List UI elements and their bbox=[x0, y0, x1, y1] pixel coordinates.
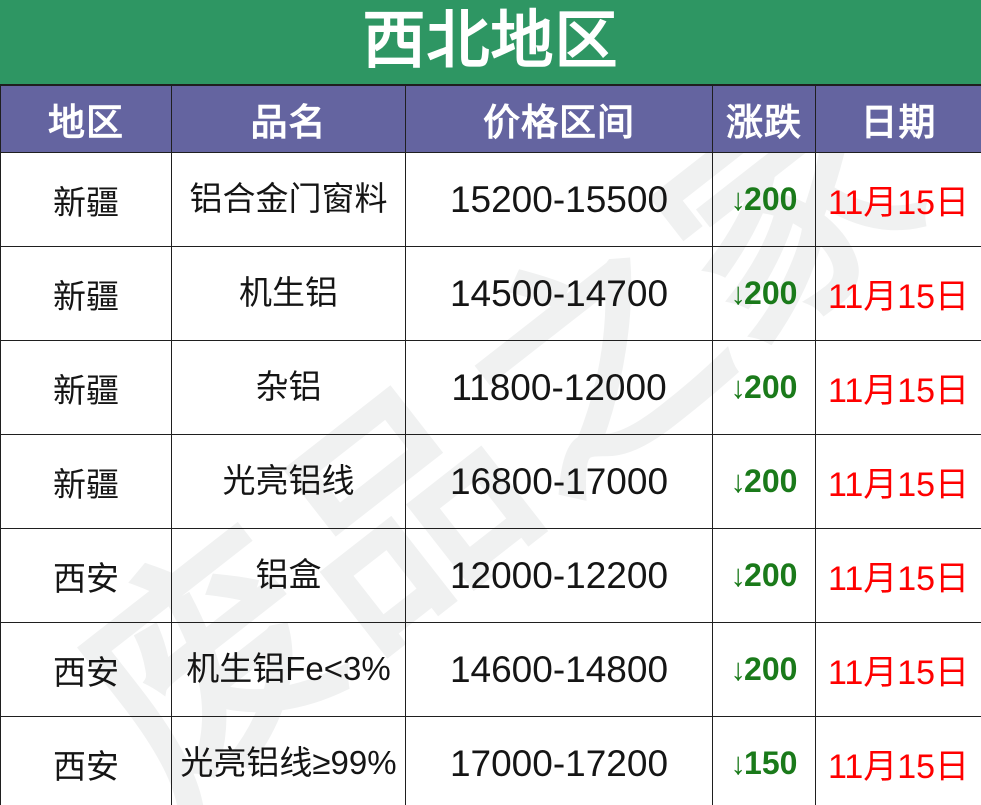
column-header-date: 日期 bbox=[815, 85, 981, 153]
table-row: 新疆 杂铝 11800-12000 ↓200 11月15日 bbox=[0, 340, 981, 435]
cell-product: 光亮铝线≥99% bbox=[171, 716, 406, 805]
change-value: 200 bbox=[744, 651, 798, 687]
cell-date: 11月15日 bbox=[815, 340, 981, 435]
cell-product: 铝合金门窗料 bbox=[171, 152, 406, 247]
cell-region: 新疆 bbox=[0, 434, 172, 529]
cell-product: 铝盒 bbox=[171, 528, 406, 623]
change-value: 150 bbox=[744, 745, 798, 781]
change-value: 200 bbox=[744, 275, 798, 311]
column-header-price: 价格区间 bbox=[405, 85, 713, 153]
cell-date: 11月15日 bbox=[815, 622, 981, 717]
cell-price-range: 11800-12000 bbox=[405, 340, 713, 435]
cell-product: 机生铝 bbox=[171, 246, 406, 341]
cell-price-range: 14500-14700 bbox=[405, 246, 713, 341]
column-header-region: 地区 bbox=[0, 85, 172, 153]
cell-date: 11月15日 bbox=[815, 434, 981, 529]
cell-product: 光亮铝线 bbox=[171, 434, 406, 529]
cell-region: 新疆 bbox=[0, 152, 172, 247]
cell-date: 11月15日 bbox=[815, 152, 981, 247]
cell-price-range: 15200-15500 bbox=[405, 152, 713, 247]
cell-region: 西安 bbox=[0, 528, 172, 623]
cell-region: 西安 bbox=[0, 716, 172, 805]
table-row: 新疆 铝合金门窗料 15200-15500 ↓200 11月15日 bbox=[0, 152, 981, 247]
cell-date: 11月15日 bbox=[815, 716, 981, 805]
price-table-page: 废品之家 西北地区 地区 品名 价格区间 涨跌 日期 新疆 铝合金门窗料 15200… bbox=[0, 0, 981, 805]
cell-date: 11月15日 bbox=[815, 246, 981, 341]
cell-change: ↓200 bbox=[712, 528, 816, 623]
cell-price-range: 16800-17000 bbox=[405, 434, 713, 529]
table-header-row: 地区 品名 价格区间 涨跌 日期 bbox=[0, 85, 981, 153]
cell-change: ↓200 bbox=[712, 340, 816, 435]
cell-change: ↓200 bbox=[712, 434, 816, 529]
table-row: 新疆 光亮铝线 16800-17000 ↓200 11月15日 bbox=[0, 434, 981, 529]
column-header-product: 品名 bbox=[171, 85, 406, 153]
cell-date: 11月15日 bbox=[815, 528, 981, 623]
cell-price-range: 12000-12200 bbox=[405, 528, 713, 623]
table-row: 西安 机生铝Fe<3% 14600-14800 ↓200 11月15日 bbox=[0, 622, 981, 717]
cell-product: 杂铝 bbox=[171, 340, 406, 435]
cell-region: 西安 bbox=[0, 622, 172, 717]
change-value: 200 bbox=[744, 463, 798, 499]
price-table: 地区 品名 价格区间 涨跌 日期 新疆 铝合金门窗料 15200-15500 ↓200… bbox=[0, 85, 981, 805]
table-body: 新疆 铝合金门窗料 15200-15500 ↓200 11月15日 新疆 机生铝 14500-… bbox=[0, 152, 981, 805]
cell-region: 新疆 bbox=[0, 340, 172, 435]
title-banner: 西北地区 bbox=[0, 0, 981, 85]
change-value: 200 bbox=[744, 557, 798, 593]
cell-product: 机生铝Fe<3% bbox=[171, 622, 406, 717]
cell-price-range: 17000-17200 bbox=[405, 716, 713, 805]
change-value: 200 bbox=[744, 181, 798, 217]
table-header: 地区 品名 价格区间 涨跌 日期 bbox=[0, 85, 981, 153]
cell-change: ↓200 bbox=[712, 152, 816, 247]
cell-region: 新疆 bbox=[0, 246, 172, 341]
cell-price-range: 14600-14800 bbox=[405, 622, 713, 717]
cell-change: ↓200 bbox=[712, 246, 816, 341]
cell-change: ↓150 bbox=[712, 716, 816, 805]
table-row: 新疆 机生铝 14500-14700 ↓200 11月15日 bbox=[0, 246, 981, 341]
table-row: 西安 铝盒 12000-12200 ↓200 11月15日 bbox=[0, 528, 981, 623]
cell-change: ↓200 bbox=[712, 622, 816, 717]
change-value: 200 bbox=[744, 369, 798, 405]
column-header-change: 涨跌 bbox=[712, 85, 816, 153]
table-row: 西安 光亮铝线≥99% 17000-17200 ↓150 11月15日 bbox=[0, 716, 981, 805]
page-title: 西北地区 bbox=[362, 5, 619, 76]
